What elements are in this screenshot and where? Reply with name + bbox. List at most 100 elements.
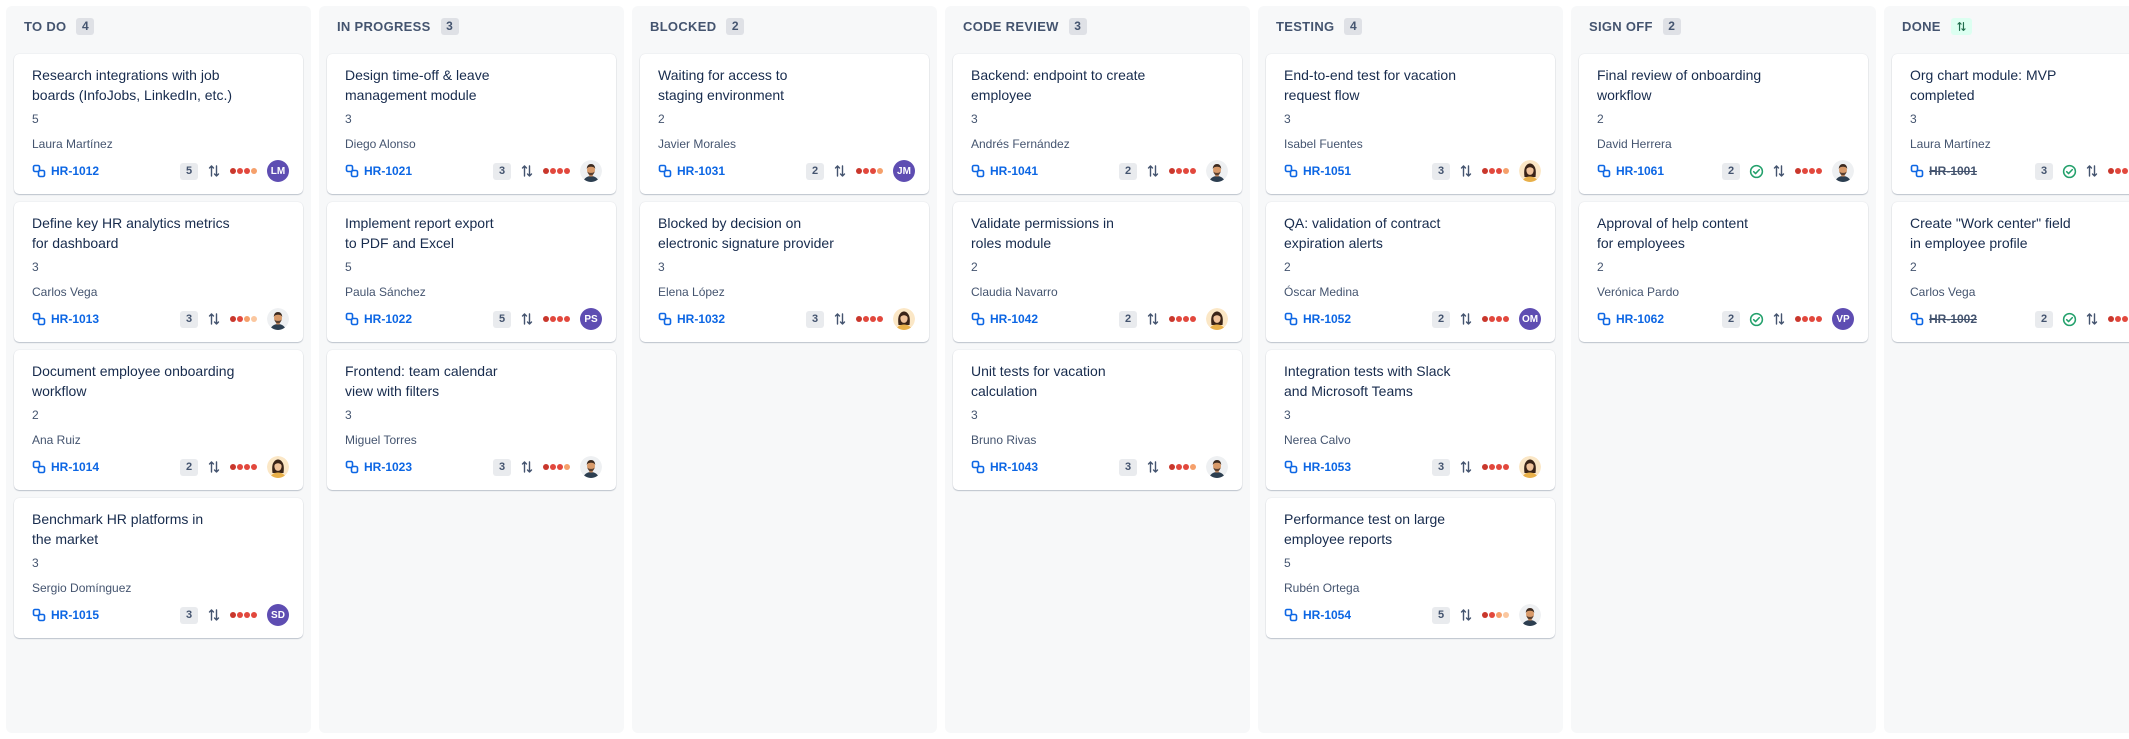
issue-card[interactable]: Org chart module: MVP completed 3 Laura Ma… — [1892, 54, 2129, 194]
column-count: 3 — [440, 17, 459, 35]
done-sort-badge[interactable] — [1950, 17, 1972, 35]
issue-key-link[interactable]: HR-1015 — [32, 608, 99, 622]
priority-dot — [230, 316, 236, 322]
card-title: Performance test on large employee repor… — [1284, 511, 1446, 547]
issue-key-link[interactable]: HR-1051 — [1284, 164, 1351, 178]
assignee-name: Nerea Calvo — [1284, 433, 1351, 447]
issue-key-link[interactable]: HR-1062 — [1597, 312, 1664, 326]
priority-dots-icon — [543, 464, 570, 470]
column-testing: TESTING 4 End-to-end test for vacation req… — [1258, 6, 1563, 733]
issue-card[interactable]: Frontend: team calendar view with filter… — [327, 350, 616, 490]
issue-key-link[interactable]: HR-1052 — [1284, 312, 1351, 326]
issue-key-link[interactable]: HR-1001 — [1910, 164, 1977, 178]
issue-card[interactable]: Waiting for access to staging environmen… — [640, 54, 929, 194]
column-header: IN PROGRESS 3 — [327, 6, 616, 46]
issue-key-link[interactable]: HR-1021 — [345, 164, 412, 178]
issue-key-link[interactable]: HR-1014 — [32, 460, 99, 474]
issue-card[interactable]: Document employee onboarding workflow 2 An… — [14, 350, 303, 490]
estimate-badge: 2 — [1432, 310, 1450, 328]
assignee-avatar[interactable]: LM — [267, 160, 289, 182]
issue-key-link[interactable]: HR-1053 — [1284, 460, 1351, 474]
assignee-avatar[interactable]: PS — [580, 308, 602, 330]
issue-key-link[interactable]: HR-1054 — [1284, 608, 1351, 622]
assignee-avatar[interactable]: VP — [1832, 308, 1854, 330]
story-points: 3 — [32, 260, 39, 274]
issue-card[interactable]: Backend: endpoint to create employee 3 And… — [953, 54, 1242, 194]
priority-dot — [557, 316, 563, 322]
priority-dots-icon — [230, 168, 257, 174]
priority-dot — [1169, 168, 1175, 174]
priority-dot — [1190, 464, 1196, 470]
assignee-avatar[interactable] — [1206, 160, 1228, 182]
subtask-icon — [971, 312, 985, 326]
issue-card[interactable]: Research integrations with job boards (I… — [14, 54, 303, 194]
issue-key: HR-1015 — [51, 608, 100, 622]
issue-card[interactable]: Design time-off & leave management modul… — [327, 54, 616, 194]
issue-key-link[interactable]: HR-1002 — [1910, 312, 1977, 326]
issue-key: HR-1014 — [51, 460, 100, 474]
assignee-avatar[interactable] — [580, 456, 602, 478]
assignee-avatar[interactable]: JM — [893, 160, 915, 182]
assignee-avatar[interactable] — [1832, 160, 1854, 182]
issue-card[interactable]: Define key HR analytics metrics for dash… — [14, 202, 303, 342]
priority-dot — [543, 316, 549, 322]
issue-key-link[interactable]: HR-1022 — [345, 312, 412, 326]
assignee-avatar[interactable] — [893, 308, 915, 330]
issue-card[interactable]: Approval of help content for employees 2 V… — [1579, 202, 1868, 342]
column-header: BLOCKED 2 — [640, 6, 929, 46]
issue-card[interactable]: Create "Work center" field in employee p… — [1892, 202, 2129, 342]
issue-key-link[interactable]: HR-1041 — [971, 164, 1038, 178]
assignee-name: Verónica Pardo — [1597, 285, 1680, 299]
card-footer: HR-1031 2 JM — [658, 158, 915, 184]
issue-card[interactable]: Benchmark HR platforms in the market 3 Ser… — [14, 498, 303, 638]
issue-card[interactable]: Implement report export to PDF and Excel… — [327, 202, 616, 342]
priority-dot — [550, 316, 556, 322]
issue-key-link[interactable]: HR-1031 — [658, 164, 725, 178]
estimate-badge: 2 — [180, 458, 198, 476]
issue-card[interactable]: Integration tests with Slack and Microso… — [1266, 350, 1555, 490]
assignee-avatar[interactable] — [1519, 604, 1541, 626]
issue-key-link[interactable]: HR-1043 — [971, 460, 1038, 474]
issue-card[interactable]: QA: validation of contract expiration al… — [1266, 202, 1555, 342]
assignee-avatar[interactable]: SD — [267, 604, 289, 626]
issue-card[interactable]: Final review of onboarding workflow 2 Davi… — [1579, 54, 1868, 194]
issue-card[interactable]: Unit tests for vacation calculation 3 Brun… — [953, 350, 1242, 490]
card-footer: HR-1061 2 — [1597, 158, 1854, 184]
issue-key-link[interactable]: HR-1032 — [658, 312, 725, 326]
done-check-icon — [2062, 312, 2085, 327]
assignee-name: Javier Morales — [658, 137, 737, 151]
assignee-avatar[interactable] — [267, 456, 289, 478]
priority-dot — [564, 168, 570, 174]
priority-dot — [856, 168, 862, 174]
issue-card[interactable]: Validate permissions in roles module 2 Cla… — [953, 202, 1242, 342]
card-list: Research integrations with job boards (I… — [14, 54, 303, 638]
issue-card[interactable]: Blocked by decision on electronic signat… — [640, 202, 929, 342]
issue-key: HR-1012 — [51, 164, 100, 178]
assignee-avatar[interactable] — [1206, 308, 1228, 330]
issue-key-link[interactable]: HR-1023 — [345, 460, 412, 474]
card-list: Design time-off & leave management modul… — [327, 54, 616, 490]
assignee-avatar[interactable] — [1519, 456, 1541, 478]
assignee-avatar[interactable] — [267, 308, 289, 330]
estimate-badge: 3 — [493, 458, 511, 476]
issue-key-link[interactable]: HR-1012 — [32, 164, 99, 178]
issue-card[interactable]: Performance test on large employee repor… — [1266, 498, 1555, 638]
issue-key: HR-1054 — [1303, 608, 1352, 622]
priority-dot — [564, 316, 570, 322]
estimate-badge: 3 — [180, 310, 198, 328]
column-blocked: BLOCKED 2 Waiting for access to staging en… — [632, 6, 937, 733]
issue-key-link[interactable]: HR-1042 — [971, 312, 1038, 326]
sort-arrows-icon — [833, 312, 856, 326]
priority-dot — [230, 464, 236, 470]
assignee-avatar[interactable] — [1519, 160, 1541, 182]
issue-card[interactable]: End-to-end test for vacation request flo… — [1266, 54, 1555, 194]
assignee-avatar[interactable]: OM — [1519, 308, 1541, 330]
assignee-avatar[interactable] — [1206, 456, 1228, 478]
priority-dot — [251, 168, 257, 174]
estimate-badge: 3 — [1432, 162, 1450, 180]
card-title: Approval of help content for employees — [1597, 215, 1748, 251]
assignee-avatar[interactable] — [580, 160, 602, 182]
issue-key-link[interactable]: HR-1061 — [1597, 164, 1664, 178]
issue-key-link[interactable]: HR-1013 — [32, 312, 99, 326]
issue-key: HR-1021 — [364, 164, 413, 178]
